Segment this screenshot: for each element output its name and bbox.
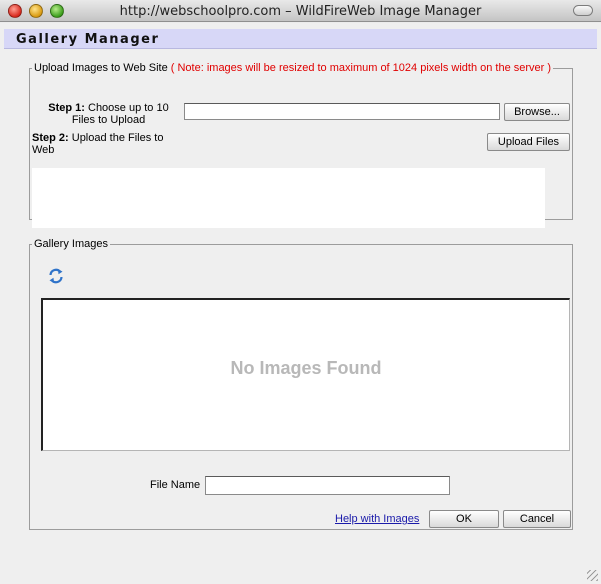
help-with-images-link[interactable]: Help with Images bbox=[335, 513, 419, 525]
page-title: Gallery Manager bbox=[16, 32, 160, 47]
step-2-label: Step 2: bbox=[32, 132, 69, 144]
upload-section: Upload Images to Web Site ( Note: images… bbox=[29, 62, 573, 228]
upload-legend: Upload Images to Web Site ( Note: images… bbox=[32, 62, 553, 74]
ok-button[interactable]: OK bbox=[429, 510, 499, 528]
upload-files-button[interactable]: Upload Files bbox=[487, 133, 570, 151]
browse-button[interactable]: Browse... bbox=[504, 103, 570, 121]
toolbar-toggle-button[interactable] bbox=[573, 5, 593, 16]
step-1-label: Step 1: bbox=[48, 102, 85, 114]
gallery-section: Gallery Images No Images Found File Name… bbox=[29, 238, 573, 530]
step-1-text: Step 1: Choose up to 10 Files to Upload bbox=[40, 102, 177, 126]
header-bar: Gallery Manager bbox=[4, 29, 597, 49]
window-titlebar[interactable]: http://webschoolpro.com – WildFireWeb Im… bbox=[0, 0, 601, 22]
gallery-image-area: No Images Found bbox=[41, 298, 570, 451]
window-resize-grip[interactable] bbox=[587, 570, 598, 581]
gallery-legend: Gallery Images bbox=[34, 238, 108, 250]
file-path-input[interactable] bbox=[184, 103, 500, 120]
page: Gallery Manager Upload Images to Web Sit… bbox=[0, 23, 601, 584]
cancel-button[interactable]: Cancel bbox=[503, 510, 571, 528]
step-2-text: Step 2: Upload the Files to Web bbox=[32, 132, 174, 156]
file-name-label: File Name bbox=[150, 479, 201, 491]
file-name-input[interactable] bbox=[205, 476, 450, 495]
refresh-icon[interactable] bbox=[48, 268, 64, 284]
upload-legend-text: Upload Images to Web Site bbox=[34, 62, 168, 74]
window-title: http://webschoolpro.com – WildFireWeb Im… bbox=[119, 4, 482, 19]
step-1-description: Choose up to 10 Files to Upload bbox=[71, 102, 169, 126]
upload-resize-note: ( Note: images will be resized to maximu… bbox=[170, 62, 552, 74]
upload-queue-area bbox=[32, 168, 545, 228]
empty-gallery-message: No Images Found bbox=[230, 358, 382, 378]
